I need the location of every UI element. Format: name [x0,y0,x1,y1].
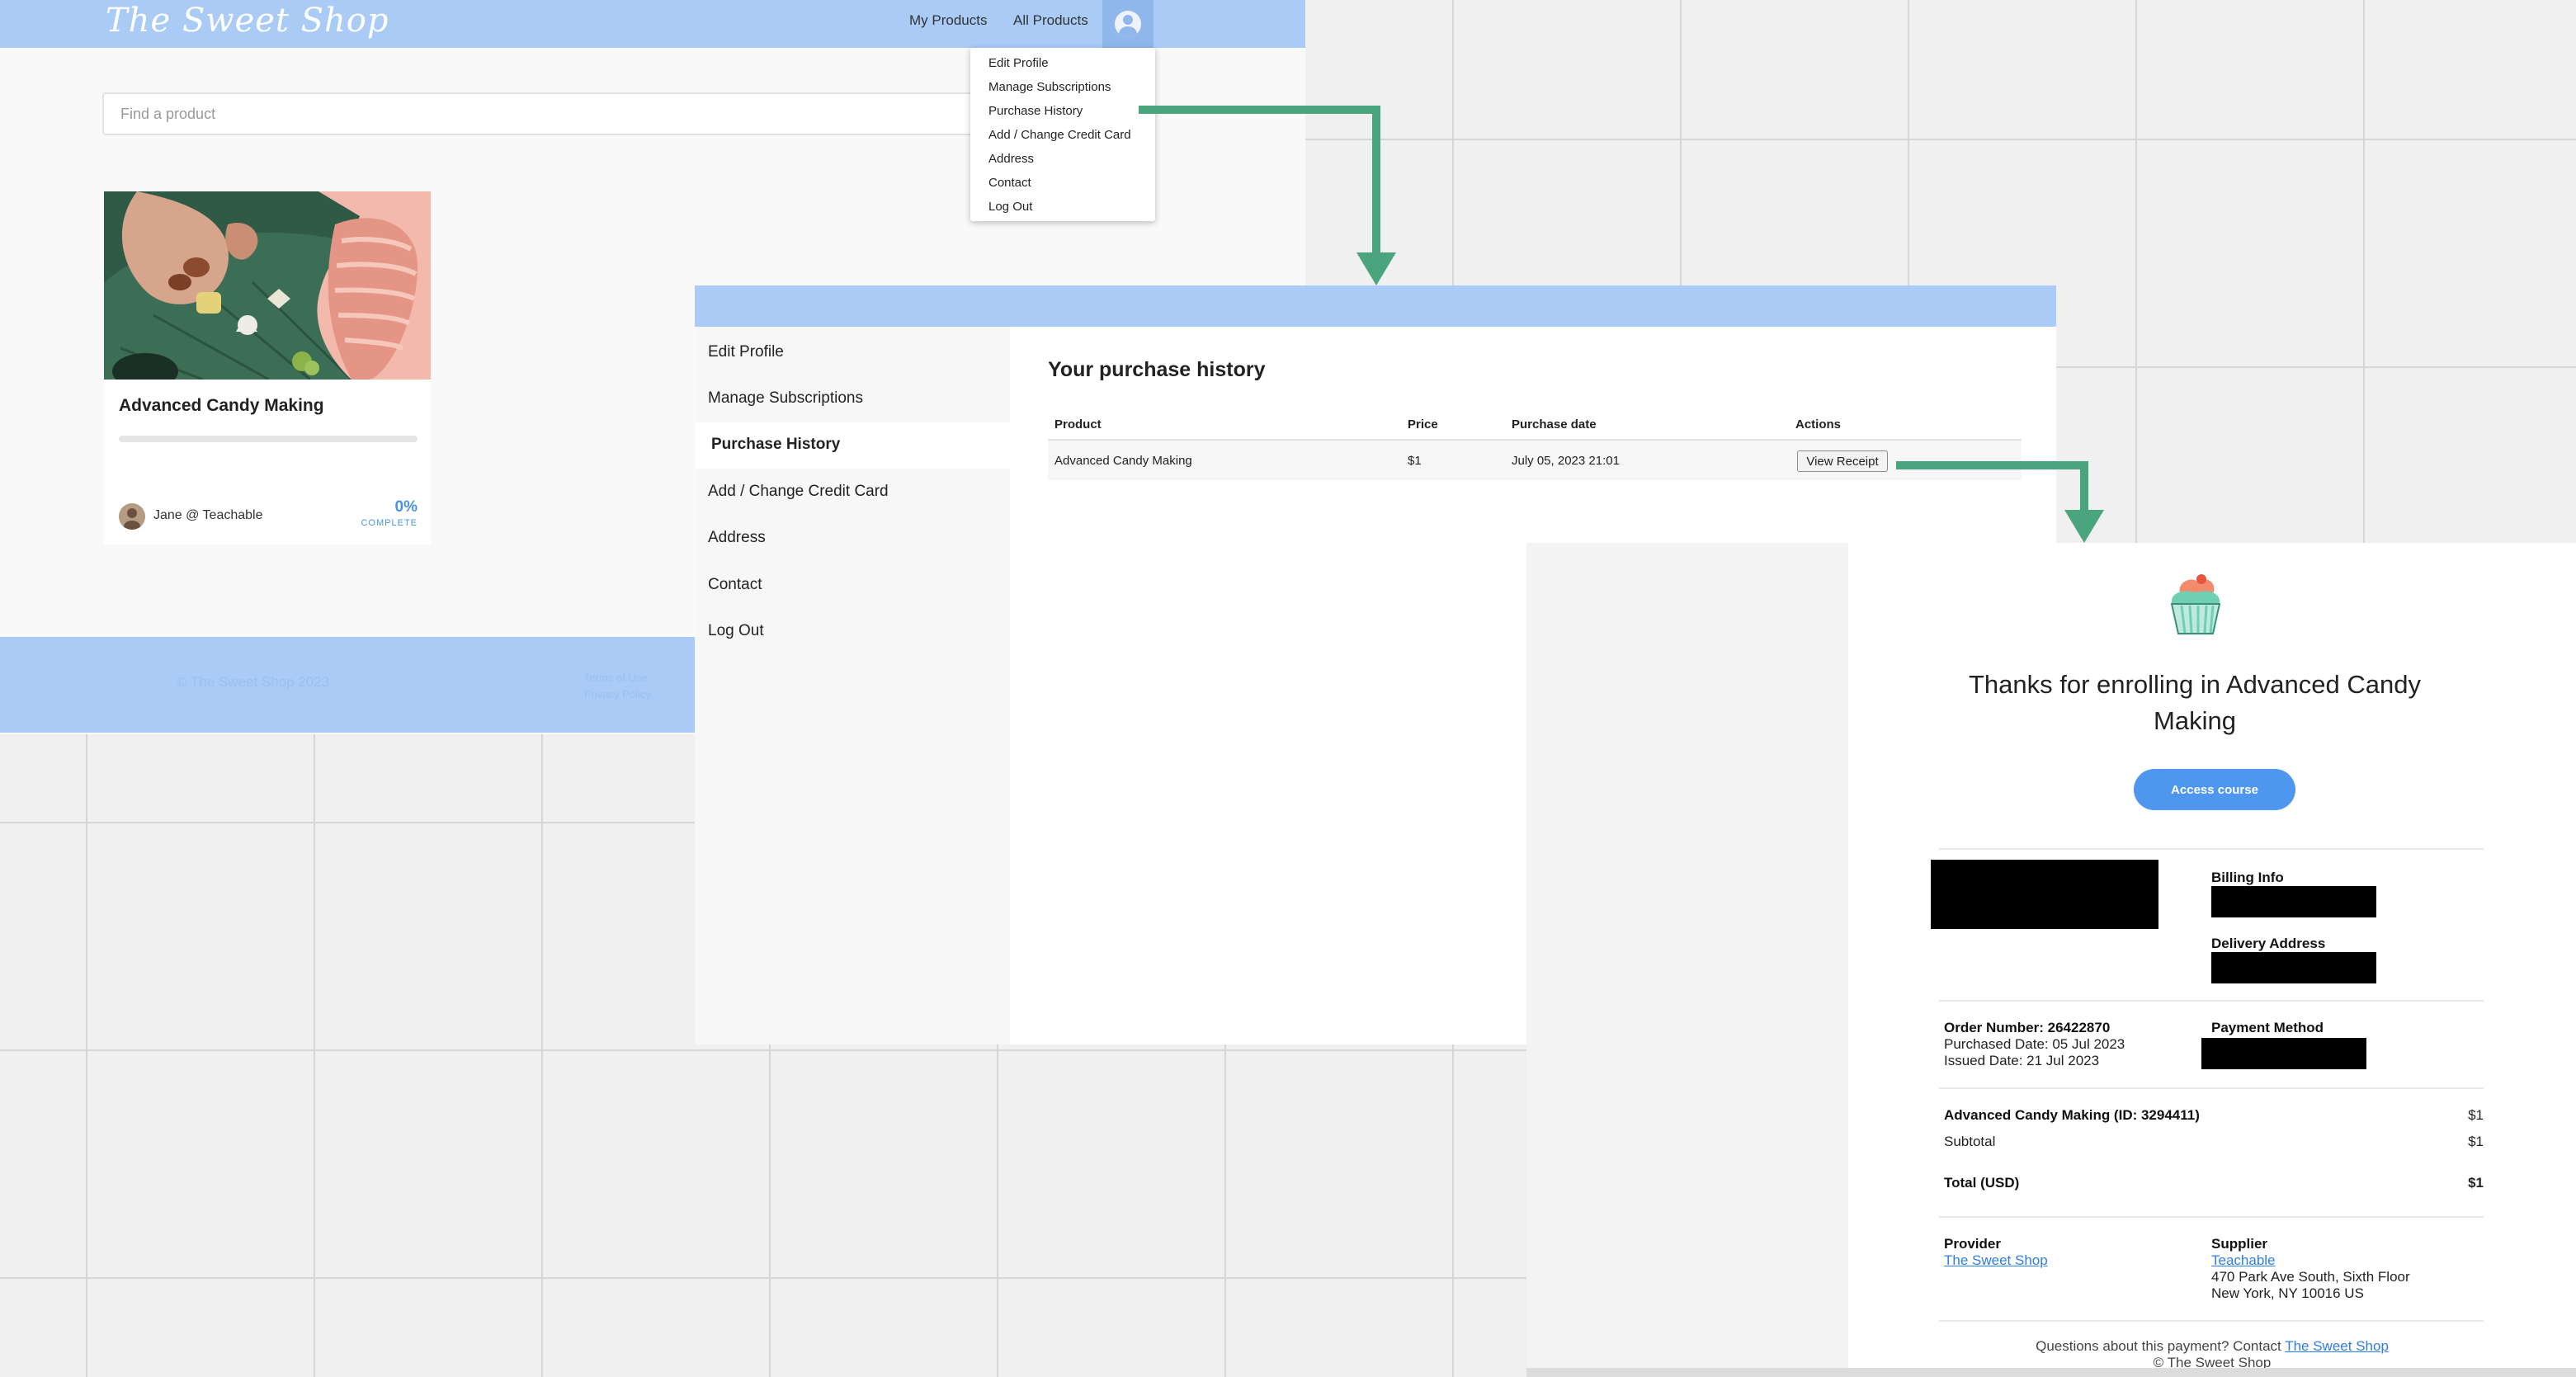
footer-terms-link[interactable]: Terms of Use [584,672,648,684]
subtotal-label: Subtotal [1944,1134,1996,1149]
delivery-address-label: Delivery Address [2211,936,2326,951]
column-header-price: Price [1408,417,1438,431]
receipt-panel: Thanks for enrolling in Advanced Candy M… [1526,543,2576,1377]
sidebar-item-edit-profile[interactable]: Edit Profile [708,343,784,361]
questions-text: Questions about this payment? Contact [2036,1338,2281,1354]
supplier-label: Supplier [2211,1236,2268,1252]
line-item-name: Advanced Candy Making (ID: 3294411) [1944,1107,2200,1123]
total-label: Total (USD) [1944,1175,2020,1191]
redacted-delivery-address [2211,952,2376,983]
questions-contact-link[interactable]: The Sweet Shop [2285,1338,2389,1354]
provider-label: Provider [1944,1236,2001,1252]
sidebar-item-credit-card[interactable]: Add / Change Credit Card [708,483,889,501]
billing-info-label: Billing Info [2211,870,2284,885]
dropdown-item-edit-profile[interactable]: Edit Profile [988,56,1049,70]
order-number: Order Number: 26422870 [1944,1020,2111,1035]
account-sidebar: Edit Profile Manage Subscriptions Purcha… [695,327,1010,1045]
sidebar-item-manage-subscriptions[interactable]: Manage Subscriptions [708,389,863,408]
purchased-date: Purchased Date: 05 Jul 2023 [1944,1036,2125,1052]
author-avatar [119,503,145,530]
nav-my-products[interactable]: My Products [909,12,987,29]
view-receipt-button[interactable]: View Receipt [1797,450,1888,472]
sidebar-item-log-out[interactable]: Log Out [708,622,764,640]
row-product: Advanced Candy Making [1054,454,1192,468]
thanks-heading-line1: Thanks for enrolling in Advanced Candy [1969,670,2421,699]
account-dropdown-menu: Edit Profile Manage Subscriptions Purcha… [970,48,1155,221]
access-course-button[interactable]: Access course [2134,769,2295,810]
nav-all-products[interactable]: All Products [1013,12,1088,29]
receipt-divider [1939,1087,2484,1089]
line-item-amount: $1 [2468,1107,2484,1123]
dropdown-item-purchase-history[interactable]: Purchase History [988,104,1083,118]
column-header-product: Product [1054,417,1102,431]
dropdown-item-contact[interactable]: Contact [988,176,1031,190]
issued-date: Issued Date: 21 Jul 2023 [1944,1053,2100,1068]
redacted-block [1931,860,2158,929]
column-header-date: Purchase date [1512,417,1597,431]
supplier-link[interactable]: Teachable [2211,1252,2276,1269]
page-title: Your purchase history [1048,358,1266,381]
user-avatar-icon [1115,11,1141,37]
sidebar-item-purchase-history[interactable]: Purchase History [711,436,840,454]
product-image [104,191,431,380]
product-card[interactable]: Advanced Candy Making Jane @ Teachable 0… [104,191,431,545]
total-amount: $1 [2468,1175,2484,1191]
user-avatar-button[interactable] [1102,0,1154,48]
column-header-actions: Actions [1795,417,1842,431]
row-date: July 05, 2023 21:01 [1512,454,1620,468]
footer-copyright: © The Sweet Shop 2023 [177,674,330,690]
subtotal-amount: $1 [2468,1134,2484,1149]
store-logo[interactable]: The Sweet Shop [106,2,389,40]
dropdown-item-credit-card[interactable]: Add / Change Credit Card [988,128,1131,142]
receipt-divider [1939,1000,2484,1002]
receipt-divider [1939,1320,2484,1322]
sidebar-item-contact[interactable]: Contact [708,576,762,594]
progress-complete-label: COMPLETE [361,518,418,528]
cupcake-icon [2165,574,2226,637]
thanks-heading: Thanks for enrolling in Advanced Candy M… [1931,667,2459,739]
arrowhead-dropdown-to-history [1356,252,1396,285]
product-title[interactable]: Advanced Candy Making [119,396,324,416]
receipt-divider [1939,1216,2484,1218]
store-footer: © The Sweet Shop 2023 Terms of Use Priva… [0,637,696,733]
receipt-document: Thanks for enrolling in Advanced Candy M… [1848,543,2576,1377]
store-header: The Sweet Shop My Products All Products [0,0,1305,48]
dropdown-item-log-out[interactable]: Log Out [988,200,1032,214]
progress-bar [119,436,418,442]
arrowhead-history-to-receipt [2064,510,2104,543]
progress-percent: 0% [394,498,418,516]
dropdown-item-address[interactable]: Address [988,152,1034,166]
provider-link[interactable]: The Sweet Shop [1944,1252,2048,1269]
questions-line: Questions about this payment? Contact Th… [1848,1338,2576,1355]
receipt-divider [1939,848,2484,850]
payment-method-label: Payment Method [2211,1020,2324,1035]
footer-privacy-link[interactable]: Privacy Policy [584,688,651,700]
dropdown-item-manage-subscriptions[interactable]: Manage Subscriptions [988,80,1111,94]
receipt-scroll-edge [1526,1368,2576,1377]
supplier-address-line2: New York, NY 10016 US [2211,1285,2364,1301]
redacted-billing-info [2211,886,2376,917]
sidebar-item-address[interactable]: Address [708,529,766,547]
row-price: $1 [1408,454,1422,468]
author-name: Jane @ Teachable [153,508,263,522]
supplier-address-line1: 470 Park Ave South, Sixth Floor [2211,1269,2410,1285]
search-input[interactable] [102,92,985,135]
redacted-payment-method [2201,1038,2366,1069]
account-header [695,285,2056,327]
thanks-heading-line2: Making [2154,706,2236,735]
